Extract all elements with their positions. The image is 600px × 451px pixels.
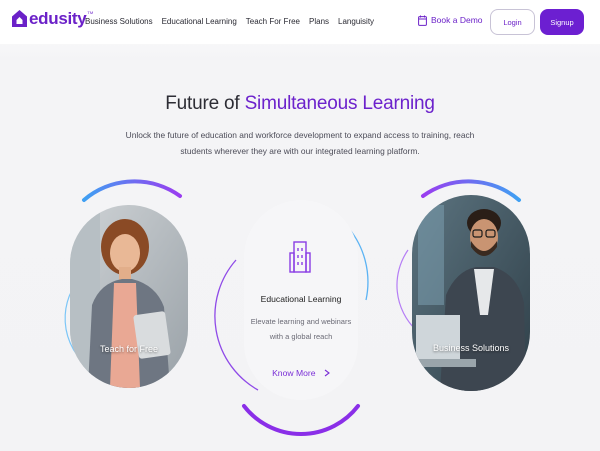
know-more-link[interactable]: Know More <box>244 368 358 378</box>
businessman-photo <box>412 195 530 391</box>
business-solutions-label: Business Solutions <box>432 343 510 353</box>
login-button[interactable]: Login <box>490 9 535 35</box>
chevron-right-icon <box>324 369 330 377</box>
nav-link-teach-for-free[interactable]: Teach For Free <box>246 16 300 27</box>
business-solutions-card[interactable]: Business Solutions <box>412 195 530 391</box>
book-demo-link[interactable]: Book a Demo <box>418 15 483 26</box>
educational-learning-title: Educational Learning <box>260 294 342 304</box>
nav-links: Business Solutions Educational Learning … <box>85 16 374 27</box>
hero-title: Future of Simultaneous Learning <box>0 92 600 116</box>
hero-description: Unlock the future of education and workf… <box>125 130 475 156</box>
nav-link-educational-learning[interactable]: Educational Learning <box>162 16 237 27</box>
signup-button[interactable]: Signup <box>540 9 584 35</box>
brand-trademark: TM <box>87 10 94 15</box>
teach-for-free-card[interactable]: Teach for Free <box>70 205 188 388</box>
educational-learning-card[interactable]: Educational Learning Elevate learning an… <box>244 200 358 400</box>
brand-logo[interactable]: edusity TM <box>11 9 93 28</box>
hero-title-plain: Future of <box>165 93 245 114</box>
top-nav: edusity TM Business Solutions Educationa… <box>0 0 600 44</box>
nav-link-business-solutions[interactable]: Business Solutions <box>85 16 153 27</box>
teach-for-free-label: Teach for Free <box>99 344 159 354</box>
building-icon <box>289 241 311 273</box>
calendar-icon <box>418 15 427 26</box>
hero-title-accent: Simultaneous Learning <box>244 93 435 114</box>
home-logo-icon <box>12 10 27 27</box>
educational-learning-description: Elevate learning and webinars with a glo… <box>250 317 352 341</box>
know-more-label: Know More <box>272 368 316 378</box>
book-demo-label: Book a Demo <box>431 15 483 25</box>
nav-link-languisity[interactable]: Languisity <box>338 16 374 27</box>
woman-teacher-photo <box>70 205 188 388</box>
nav-link-plans[interactable]: Plans <box>309 16 329 27</box>
brand-name: edusity <box>29 9 87 28</box>
